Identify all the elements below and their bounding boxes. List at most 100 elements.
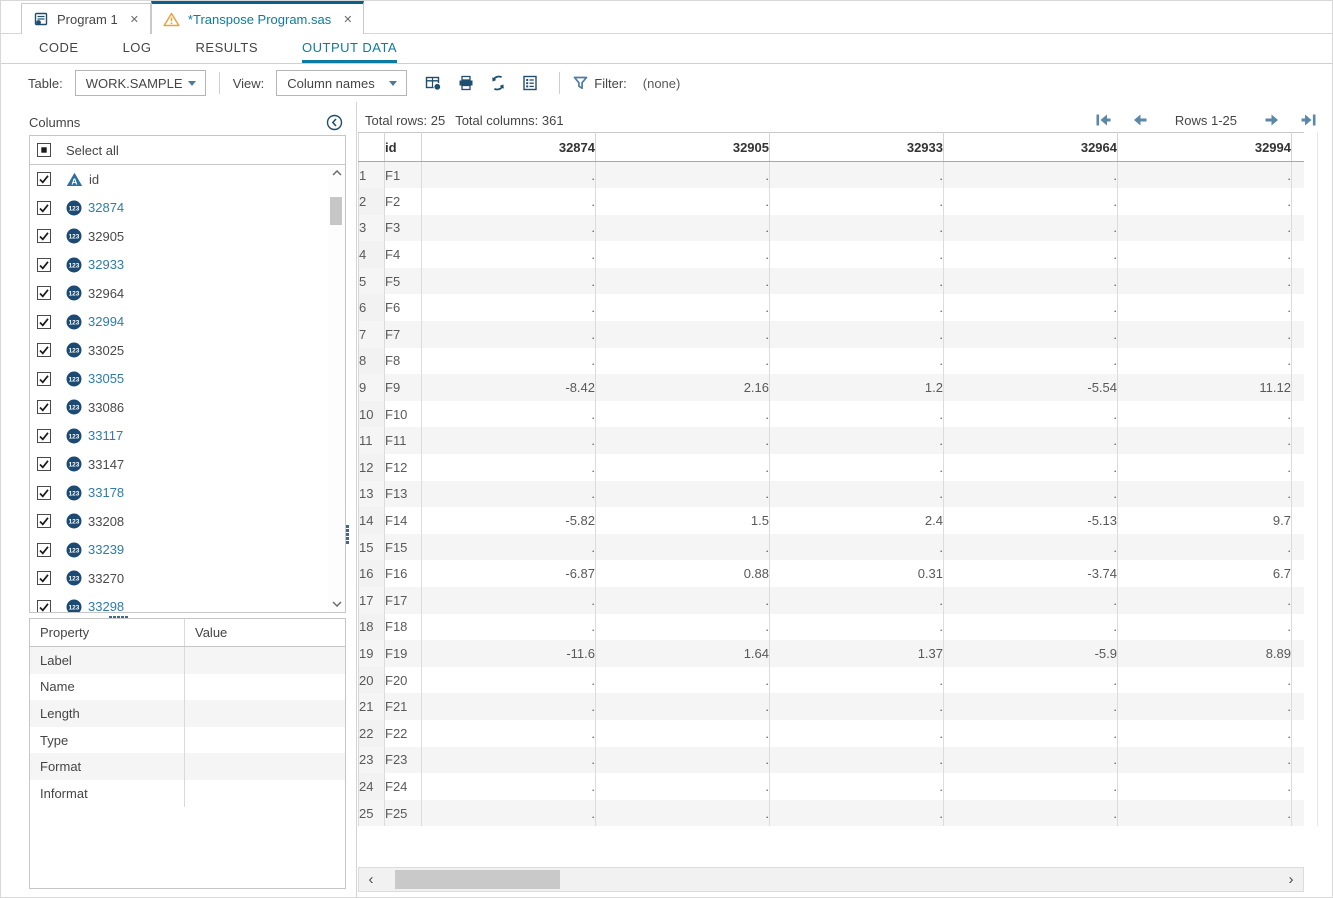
column-header[interactable]: 32874: [421, 132, 596, 162]
svg-text:123: 123: [69, 462, 80, 469]
column-checkbox[interactable]: [37, 343, 51, 358]
table-row[interactable]: 4 F4.....: [358, 241, 1305, 268]
row-number-cell: 12: [358, 454, 385, 481]
scroll-right-icon[interactable]: ›: [1279, 868, 1303, 891]
tab-code[interactable]: CODE: [39, 34, 79, 63]
table-row[interactable]: 6 F6.....: [358, 294, 1305, 322]
properties-icon[interactable]: [522, 75, 538, 91]
column-list-item[interactable]: 123 32933: [30, 251, 328, 280]
column-checkbox[interactable]: [37, 229, 51, 244]
column-checkbox[interactable]: [37, 542, 51, 557]
select-all-row[interactable]: Select all: [30, 136, 345, 165]
column-checkbox[interactable]: [37, 400, 51, 415]
column-checkbox[interactable]: [37, 599, 51, 612]
scroll-left-icon[interactable]: ‹: [359, 868, 383, 891]
tab-output-data[interactable]: OUTPUT DATA: [302, 34, 398, 63]
scroll-down-icon[interactable]: [328, 596, 345, 612]
property-name: Informat: [30, 779, 185, 807]
column-list-item[interactable]: 123 33178: [30, 479, 328, 508]
columns-list-scrollbar[interactable]: [328, 165, 345, 612]
column-checkbox[interactable]: [37, 257, 51, 272]
column-list-item[interactable]: 123 33147: [30, 450, 328, 479]
close-icon[interactable]: ✕: [343, 13, 352, 26]
column-header[interactable]: 32994: [1117, 132, 1292, 162]
table-row[interactable]: 18 F18.....: [358, 613, 1305, 641]
tab-results[interactable]: RESULTS: [196, 34, 259, 63]
view-select[interactable]: Column names: [276, 70, 408, 96]
table-row[interactable]: 12 F12.....: [358, 454, 1305, 481]
table-row[interactable]: 7 F7.....: [358, 321, 1305, 348]
column-name: 33270: [88, 570, 125, 586]
value-cell: .: [943, 773, 1118, 800]
column-list-item[interactable]: 123 33298: [30, 593, 328, 612]
table-row[interactable]: 21 F21.....: [358, 693, 1305, 720]
table-row[interactable]: 22 F22.....: [358, 719, 1305, 747]
column-list-item[interactable]: 123 33208: [30, 507, 328, 536]
column-checkbox[interactable]: [37, 200, 51, 215]
printer-icon[interactable]: [458, 75, 474, 91]
table-row[interactable]: 17 F17.....: [358, 587, 1305, 614]
previous-page-icon[interactable]: [1133, 114, 1147, 126]
table-row[interactable]: 5 F5.....: [358, 267, 1305, 295]
column-header[interactable]: id: [384, 132, 422, 162]
column-checkbox[interactable]: [37, 571, 51, 586]
table-row[interactable]: 1 F1.....: [358, 161, 1305, 189]
column-list-item[interactable]: Aid: [30, 165, 328, 194]
column-header[interactable]: 32964: [943, 132, 1118, 162]
table-row[interactable]: 14 F14 -5.82 1.5 2.4 -5.13 9.7: [358, 507, 1305, 534]
column-list-item[interactable]: 123 33117: [30, 422, 328, 451]
table-row[interactable]: 24 F24.....: [358, 773, 1305, 800]
collapse-panel-icon[interactable]: [326, 114, 343, 131]
scrollbar-thumb[interactable]: [395, 870, 560, 889]
horizontal-scrollbar[interactable]: ‹ ›: [358, 867, 1304, 892]
tab-transpose-program[interactable]: *Transpose Program.sas ✕: [150, 1, 365, 34]
table-row[interactable]: 23 F23.....: [358, 746, 1305, 774]
table-row[interactable]: 20 F20.....: [358, 666, 1305, 694]
column-checkbox[interactable]: [37, 457, 51, 472]
table-row[interactable]: 3 F3.....: [358, 214, 1305, 242]
scrollbar-thumb[interactable]: [330, 197, 342, 225]
column-header[interactable]: 32933: [769, 132, 944, 162]
table-row[interactable]: 9 F9 -8.42 2.16 1.2 -5.54 11.12: [358, 374, 1305, 401]
column-checkbox[interactable]: [37, 314, 51, 329]
table-select[interactable]: WORK.SAMPLE: [74, 70, 206, 96]
table-row[interactable]: 2 F2.....: [358, 188, 1305, 215]
scroll-up-icon[interactable]: [328, 165, 345, 181]
table-row[interactable]: 13 F13.....: [358, 480, 1305, 508]
column-header[interactable]: 32905: [595, 132, 770, 162]
column-checkbox[interactable]: [37, 514, 51, 529]
vertical-scrollbar[interactable]: [1304, 132, 1318, 826]
next-page-icon[interactable]: [1265, 114, 1279, 126]
first-page-icon[interactable]: [1096, 114, 1111, 126]
table-row[interactable]: 15 F15.....: [358, 533, 1305, 561]
column-checkbox[interactable]: [37, 428, 51, 443]
table-row[interactable]: 16 F16 -6.87 0.88 0.31 -3.74 6.7: [358, 560, 1305, 587]
column-list-item[interactable]: 123 32964: [30, 279, 328, 308]
table-row[interactable]: 8 F8.....: [358, 347, 1305, 375]
column-list-item[interactable]: 123 33086: [30, 393, 328, 422]
column-list-item[interactable]: 123 33270: [30, 564, 328, 593]
column-list-item[interactable]: 123 32905: [30, 222, 328, 251]
tab-program-1[interactable]: Program 1 ✕: [21, 3, 151, 34]
column-list-item[interactable]: 123 33025: [30, 336, 328, 365]
table-row[interactable]: 25 F25.....: [358, 799, 1305, 827]
table-export-icon[interactable]: [425, 75, 442, 91]
last-page-icon[interactable]: [1301, 114, 1316, 126]
table-row[interactable]: 19 F19 -11.6 1.64 1.37 -5.9 8.89: [358, 640, 1305, 667]
column-checkbox[interactable]: [37, 172, 51, 187]
column-checkbox[interactable]: [37, 485, 51, 500]
column-list-item[interactable]: 123 33055: [30, 365, 328, 394]
close-icon[interactable]: ✕: [130, 13, 139, 26]
column-list-item[interactable]: 123 32874: [30, 194, 328, 223]
column-list-item[interactable]: 123 33239: [30, 536, 328, 565]
table-row[interactable]: 10 F10.....: [358, 400, 1305, 428]
column-checkbox[interactable]: [37, 286, 51, 301]
refresh-icon[interactable]: [490, 75, 506, 91]
filter-icon[interactable]: [573, 76, 588, 91]
table-row[interactable]: 11 F11.....: [358, 427, 1305, 455]
select-all-checkbox[interactable]: [37, 143, 51, 157]
column-checkbox[interactable]: [37, 371, 51, 386]
tab-log[interactable]: LOG: [123, 34, 152, 63]
column-list-item[interactable]: 123 32994: [30, 308, 328, 337]
panel-resize-handle-vertical[interactable]: [346, 525, 349, 544]
